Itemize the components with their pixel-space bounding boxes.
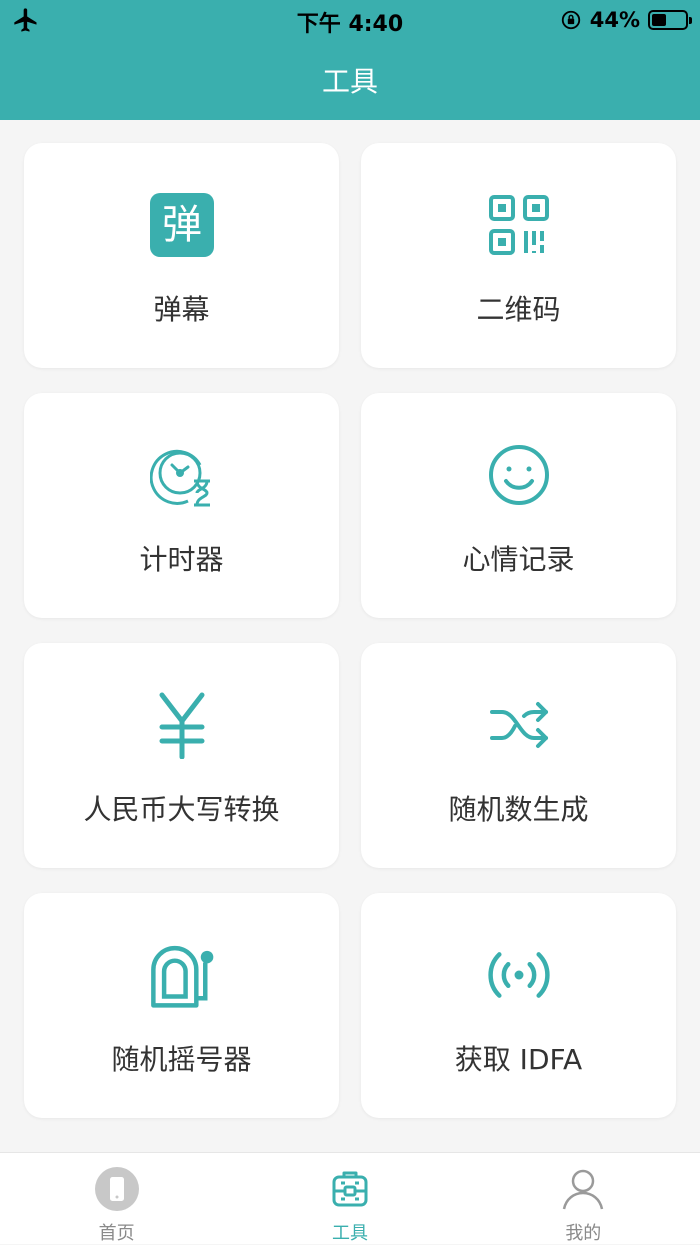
tool-card-idfa[interactable]: 获取 IDFA: [361, 893, 676, 1118]
timer-icon: [148, 441, 216, 509]
tools-grid: 弹 弹幕 二维码 计时器 心情记录 人民币大写转换 随机数生成 随机摇号器 获取…: [24, 143, 676, 1118]
orientation-lock-icon: [561, 10, 580, 30]
battery-icon: [648, 10, 692, 30]
tool-card-timer[interactable]: 计时器: [24, 393, 339, 618]
tool-label: 二维码: [476, 293, 561, 326]
tool-label: 弹幕: [153, 293, 210, 326]
tool-label: 随机摇号器: [111, 1043, 252, 1076]
tool-label: 人民币大写转换: [83, 793, 280, 826]
tool-card-lottery[interactable]: 随机摇号器: [24, 893, 339, 1118]
user-icon: [559, 1165, 607, 1213]
header-bar: 下午 4:40 44% 工具: [0, 0, 700, 120]
tool-card-random-number[interactable]: 随机数生成: [361, 643, 676, 868]
tool-card-rmb[interactable]: 人民币大写转换: [24, 643, 339, 868]
danmu-icon: 弹: [148, 191, 216, 259]
qrcode-icon: [485, 191, 553, 259]
tab-profile[interactable]: 我的: [467, 1153, 700, 1244]
battery-percent: 44%: [589, 8, 640, 32]
yuan-icon: [148, 691, 216, 759]
tab-label: 工具: [331, 1223, 368, 1244]
status-right: 44%: [560, 6, 692, 34]
tool-label: 获取 IDFA: [454, 1043, 583, 1076]
tool-card-danmu[interactable]: 弹 弹幕: [24, 143, 339, 368]
tab-home[interactable]: 首页: [0, 1153, 233, 1244]
tool-card-mood[interactable]: 心情记录: [361, 393, 676, 618]
signal-icon: [485, 941, 553, 1009]
smiley-icon: [485, 441, 553, 509]
tool-label: 心情记录: [462, 543, 575, 576]
bottom-tab-bar: 首页 工具 我的: [0, 1152, 700, 1244]
tab-label: 我的: [565, 1223, 602, 1244]
tool-label: 随机数生成: [448, 793, 589, 826]
tab-label: 首页: [98, 1223, 135, 1244]
toolbox-icon: [326, 1165, 374, 1213]
phone-icon: [93, 1165, 141, 1213]
lottery-machine-icon: [148, 941, 216, 1009]
tool-label: 计时器: [139, 543, 224, 576]
page-title: 工具: [321, 65, 378, 98]
tab-tools[interactable]: 工具: [233, 1153, 466, 1244]
status-bar: 下午 4:40 44%: [0, 0, 700, 40]
danmu-icon-text: 弹: [162, 202, 202, 248]
battery-level: [652, 14, 667, 26]
tool-card-qrcode[interactable]: 二维码: [361, 143, 676, 368]
shuffle-icon: [485, 691, 553, 759]
